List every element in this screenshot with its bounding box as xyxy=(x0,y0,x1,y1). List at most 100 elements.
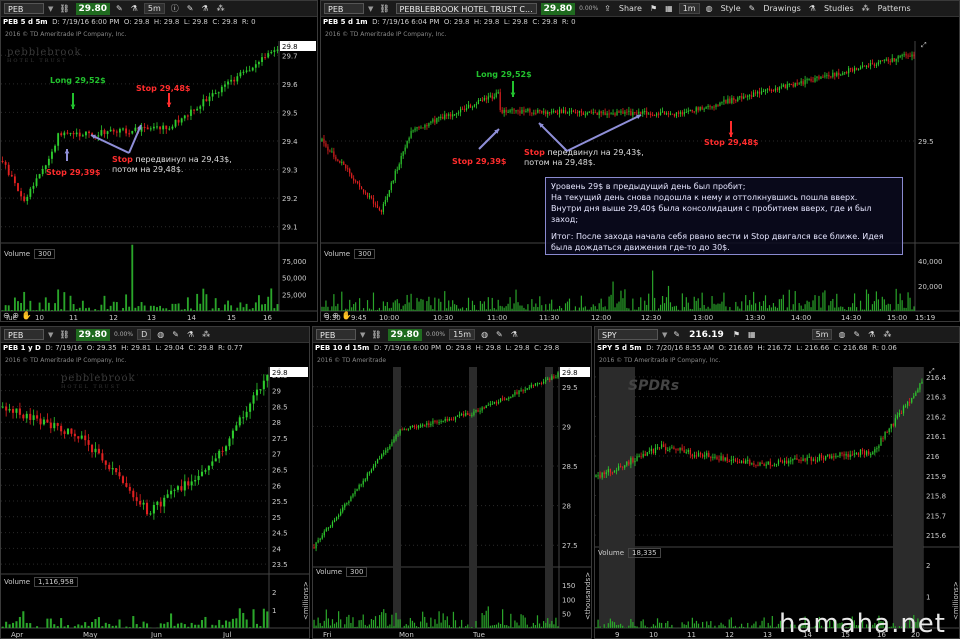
zoom-controls[interactable]: ⊖ ⊕ ✋ xyxy=(323,311,351,320)
candle-body xyxy=(757,464,759,466)
candle-body xyxy=(358,484,360,489)
volume-bar xyxy=(106,309,109,311)
candle-body xyxy=(495,92,497,98)
y-tick-label: 215.8 xyxy=(926,493,946,501)
expand-icon[interactable]: ⤢ xyxy=(565,367,571,375)
candle-body xyxy=(42,419,45,425)
candle-body xyxy=(710,456,712,458)
candle-body xyxy=(36,415,39,419)
price-chart[interactable]: 29.52928.52827.529.815010050 <thousands>F… xyxy=(313,327,592,639)
candle-body xyxy=(777,460,780,465)
volume-bar xyxy=(850,307,852,311)
candle-body xyxy=(701,107,703,110)
candle-body xyxy=(602,112,604,114)
candle-body xyxy=(405,429,407,431)
volume-bar xyxy=(877,299,879,311)
volume-bar xyxy=(162,308,165,311)
volume-bar xyxy=(642,619,644,628)
candle-body xyxy=(511,109,513,111)
volume-bar xyxy=(681,293,683,311)
volume-bar xyxy=(568,298,571,311)
volume-bar xyxy=(497,622,500,628)
candle-body xyxy=(861,449,864,451)
candle-body xyxy=(656,447,659,449)
candle-body xyxy=(211,461,214,466)
volume-bar xyxy=(442,613,444,628)
candle-body xyxy=(735,100,737,102)
volume-bar xyxy=(458,626,461,628)
volume-bar xyxy=(846,310,848,311)
candle-body xyxy=(725,99,727,104)
volume-bar xyxy=(572,310,575,311)
volume-bar xyxy=(370,618,373,628)
expand-icon[interactable]: ⤢ xyxy=(275,367,281,375)
candle-body xyxy=(352,494,354,497)
volume-bar xyxy=(440,622,442,628)
volume-bar xyxy=(842,306,844,311)
candle-body xyxy=(399,429,401,434)
candle-body xyxy=(798,459,800,461)
candle-body xyxy=(822,457,825,460)
candle-body xyxy=(485,405,487,409)
volume-bar xyxy=(72,304,75,311)
volume-bar xyxy=(255,623,259,628)
volume-bar xyxy=(606,309,608,311)
candle-body xyxy=(41,169,44,175)
candle-body xyxy=(699,107,701,111)
candle-body xyxy=(586,112,588,115)
candle-body xyxy=(800,81,802,84)
candle-body xyxy=(409,426,411,429)
candle-body xyxy=(731,98,733,104)
volume-bar xyxy=(407,625,409,628)
candle-body xyxy=(673,447,675,450)
candle-body xyxy=(753,92,755,97)
volume-bar xyxy=(614,307,616,311)
candle-body xyxy=(723,99,725,102)
candle-body xyxy=(242,417,245,419)
candle-body xyxy=(837,456,839,458)
candle-body xyxy=(913,395,915,398)
candle-body xyxy=(528,387,530,389)
volume-bar xyxy=(94,309,97,311)
volume-bar xyxy=(671,306,674,311)
candle-body xyxy=(671,113,674,115)
x-tick-label: 9 xyxy=(615,631,619,639)
volume-bar xyxy=(1,626,4,628)
volume-bar xyxy=(683,624,685,628)
volume-bar xyxy=(261,304,263,311)
expand-icon[interactable]: ⤢ xyxy=(921,41,927,49)
volume-bar xyxy=(493,308,495,311)
price-chart[interactable]: 29.52928.52827.52726.52625.52524.52423.5… xyxy=(1,327,310,639)
expand-icon[interactable]: ⤢ xyxy=(929,367,935,375)
volume-bar xyxy=(650,310,652,311)
y-tick-label: 216 xyxy=(926,453,940,461)
candle-body xyxy=(909,401,911,403)
candle-body xyxy=(502,398,504,400)
candle-body xyxy=(18,408,21,415)
volume-bar xyxy=(412,309,414,311)
candle-body xyxy=(276,49,279,51)
volume-bar xyxy=(487,297,489,311)
candle-body xyxy=(642,453,644,457)
volume-bar xyxy=(640,297,642,311)
candle-body xyxy=(208,96,211,102)
volume-bar xyxy=(628,625,630,628)
price-chart[interactable]: 216.4216.3216.2216.1216215.9215.8215.721… xyxy=(595,327,960,639)
volume-bar xyxy=(499,623,502,628)
volume-bar xyxy=(699,307,701,311)
volume-bar xyxy=(824,290,826,311)
candle-body xyxy=(880,437,882,446)
note-line-2: На текущий день снова подошла к нему и о… xyxy=(551,193,858,202)
zoom-controls[interactable]: ⊖ ⊕ ✋ xyxy=(3,311,31,320)
expand-icon[interactable]: ⤢ xyxy=(285,41,291,49)
candle-body xyxy=(592,112,594,114)
volume-bar xyxy=(644,300,646,311)
volume-bar xyxy=(376,309,379,311)
volume-bar xyxy=(889,304,891,311)
volume-bar xyxy=(477,310,480,311)
volume-bar xyxy=(81,300,84,311)
volume-bar xyxy=(907,292,909,311)
candle-body xyxy=(235,425,238,431)
candle-body xyxy=(634,112,636,114)
x-tick-label: 10:00 xyxy=(379,314,399,322)
